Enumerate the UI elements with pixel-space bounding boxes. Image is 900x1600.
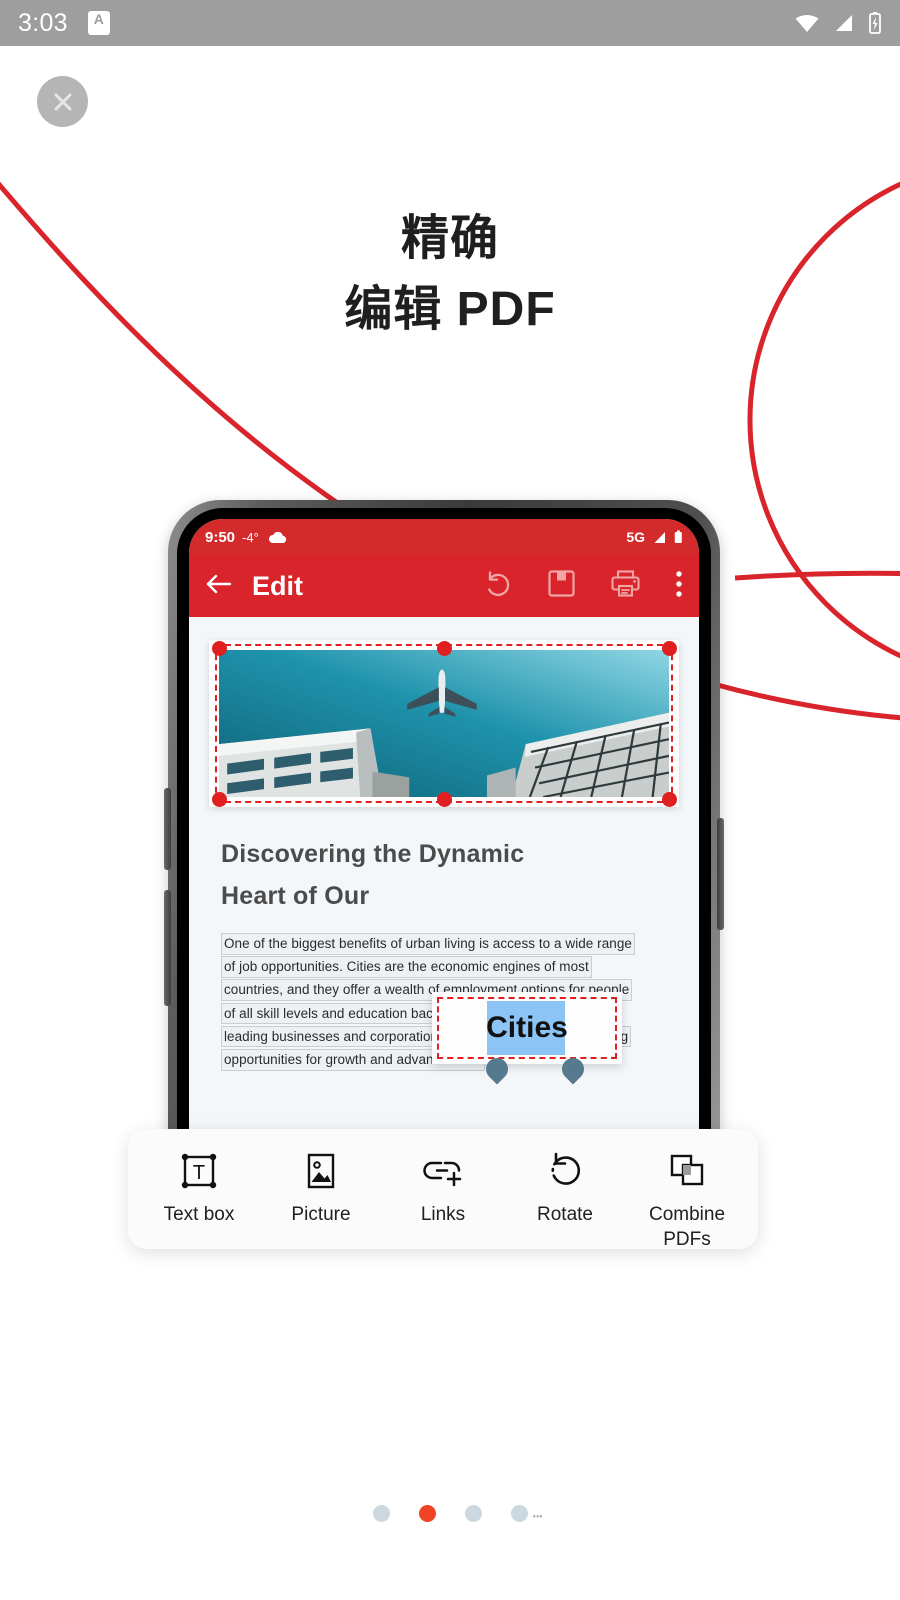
phone-network-label: 5G bbox=[626, 529, 645, 545]
document-heading-line-2: Heart of Our bbox=[221, 882, 370, 910]
phone-screen: 9:50 -4° 5G Edit Discovering the Dynamic… bbox=[189, 519, 699, 1160]
pagination-dot-2[interactable] bbox=[418, 1505, 436, 1522]
tool-combine-pdfs[interactable]: Combine PDFs bbox=[631, 1146, 743, 1252]
tool-text-box[interactable]: T Text box bbox=[143, 1146, 255, 1227]
page-title: 精确 编辑 PDF bbox=[0, 205, 900, 347]
resize-handle-bottom-right[interactable] bbox=[662, 792, 677, 807]
phone-power-button bbox=[717, 818, 724, 930]
back-arrow-icon[interactable] bbox=[205, 573, 232, 600]
picture-icon bbox=[265, 1146, 377, 1196]
phone-status-bar: 9:50 -4° 5G bbox=[189, 519, 699, 555]
svg-text:T: T bbox=[193, 1162, 205, 1184]
tool-label: Picture bbox=[291, 1204, 351, 1225]
resize-handle-top-right[interactable] bbox=[662, 641, 677, 656]
phone-status-time: 9:50 bbox=[205, 528, 236, 546]
body-line: of job opportunities. Cities are the eco… bbox=[221, 956, 592, 978]
phone-status-temperature: -4° bbox=[242, 529, 259, 545]
rotate-icon bbox=[509, 1146, 621, 1196]
battery-icon bbox=[674, 530, 682, 543]
close-button[interactable] bbox=[37, 76, 88, 127]
app-badge-icon: A ••• bbox=[87, 11, 542, 1520]
image-selection-border bbox=[215, 644, 673, 803]
more-vertical-icon[interactable] bbox=[675, 570, 683, 603]
body-line: One of the biggest benefits of urban liv… bbox=[221, 933, 635, 955]
text-box-selection-border bbox=[437, 997, 617, 1059]
combine-pdfs-icon bbox=[631, 1146, 743, 1196]
headline-line-1: 精确 bbox=[400, 212, 499, 265]
resize-handle-bottom-left[interactable] bbox=[212, 792, 227, 807]
links-icon bbox=[387, 1146, 499, 1196]
tool-rotate[interactable]: Rotate bbox=[509, 1146, 621, 1227]
text-box-icon: T bbox=[143, 1146, 255, 1196]
phone-mockup: 9:50 -4° 5G Edit Discovering the Dynamic… bbox=[164, 500, 724, 1160]
app-badge-letter: A bbox=[93, 11, 104, 27]
resize-handle-bottom-center[interactable] bbox=[437, 792, 452, 807]
tool-links[interactable]: Links bbox=[387, 1146, 499, 1227]
onboarding-screen: 3:03 A ••• 精确 编辑 PDF 9:50 -4° 5G Edit Di… bbox=[0, 0, 900, 1600]
wifi-icon bbox=[795, 15, 819, 32]
decorative-arc-horizontal bbox=[734, 570, 900, 581]
document-heading-line-1: Discovering the Dynamic bbox=[221, 840, 525, 868]
pagination-dots bbox=[0, 1505, 900, 1522]
tool-label: Rotate bbox=[537, 1204, 593, 1225]
pagination-dot-4[interactable] bbox=[510, 1505, 528, 1522]
status-bar-icons bbox=[794, 11, 882, 35]
selected-text-box[interactable]: Cities bbox=[432, 992, 622, 1085]
pdf-document-canvas[interactable]: Discovering the Dynamic Heart of Our Cit… bbox=[189, 617, 699, 1160]
phone-volume-up-button bbox=[164, 788, 171, 870]
resize-handle-top-left[interactable] bbox=[212, 641, 227, 656]
pagination-dot-1[interactable] bbox=[372, 1505, 390, 1522]
close-icon bbox=[54, 93, 71, 110]
cellular-signal-icon bbox=[654, 531, 665, 543]
edit-tools-sheet: T Text box Picture Links Rotate Combine … bbox=[128, 1129, 758, 1252]
tool-picture[interactable]: Picture bbox=[265, 1146, 377, 1227]
save-icon[interactable] bbox=[547, 569, 576, 603]
resize-handle-top-center[interactable] bbox=[437, 641, 452, 656]
phone-app-bar: Edit bbox=[189, 555, 699, 617]
tool-label: Text box bbox=[163, 1204, 235, 1225]
cloud-icon bbox=[268, 531, 287, 544]
tool-label: Links bbox=[420, 1204, 466, 1225]
tool-label: Combine PDFs bbox=[648, 1204, 726, 1250]
print-icon[interactable] bbox=[610, 569, 641, 603]
battery-charging-icon bbox=[869, 12, 881, 34]
document-heading[interactable]: Discovering the Dynamic Heart of Our bbox=[221, 833, 677, 917]
cellular-signal-icon bbox=[836, 15, 852, 31]
undo-icon[interactable] bbox=[482, 568, 513, 604]
phone-app-bar-title: Edit bbox=[252, 570, 303, 601]
pagination-dot-3[interactable] bbox=[464, 1505, 482, 1522]
status-bar-clock: 3:03 bbox=[18, 8, 68, 37]
selected-image-object[interactable] bbox=[209, 640, 679, 807]
system-status-bar: 3:03 A ••• bbox=[0, 0, 900, 1520]
headline-line-2: 编辑 PDF bbox=[344, 283, 556, 336]
phone-volume-down-button bbox=[164, 890, 171, 1006]
